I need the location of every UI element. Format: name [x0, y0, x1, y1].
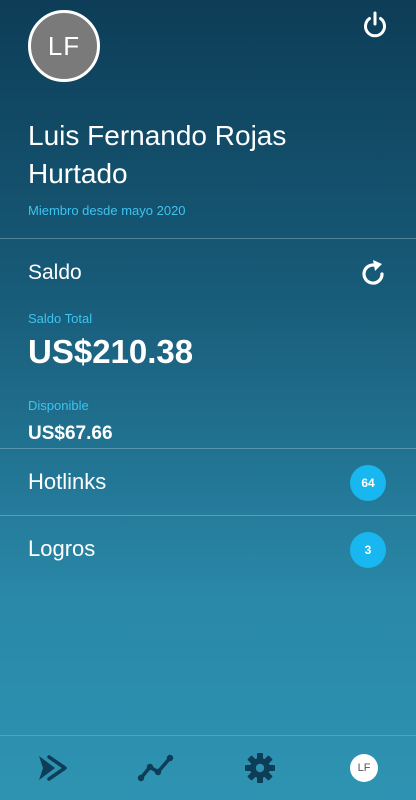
logros-row[interactable]: Logros 3: [0, 516, 416, 582]
nav-profile[interactable]: LF: [312, 736, 416, 800]
logros-count-badge: 3: [350, 532, 386, 568]
gear-icon: [245, 753, 275, 783]
hotlinks-count-badge: 64: [350, 465, 386, 501]
logout-button[interactable]: [360, 10, 390, 40]
user-name: Luis Fernando Rojas Hurtado: [28, 120, 287, 189]
refresh-balance-button[interactable]: [358, 259, 388, 289]
balance-title: Saldo: [28, 261, 82, 284]
avatar: LF: [28, 10, 100, 82]
hotlinks-row[interactable]: Hotlinks 64: [0, 449, 416, 515]
profile-screen: LF Luis Fernando Rojas Hurtado Miembro d…: [0, 0, 416, 800]
logros-label: Logros: [28, 536, 96, 561]
forward-icon: [39, 755, 67, 781]
nav-stats[interactable]: [104, 736, 208, 800]
avatar-initials: LF: [47, 30, 81, 61]
hotlinks-label: Hotlinks: [28, 469, 107, 494]
available-balance-value: US$67.66: [28, 423, 113, 444]
available-balance-label: Disponible: [28, 398, 89, 413]
power-icon: [364, 11, 386, 38]
divider: [0, 238, 416, 239]
nav-settings[interactable]: [208, 736, 312, 800]
total-balance-value: US$210.38: [28, 333, 194, 370]
profile-avatar: LF: [350, 754, 378, 782]
bottom-nav: LF: [0, 735, 416, 800]
total-balance-label: Saldo Total: [28, 311, 93, 326]
nav-home[interactable]: [0, 736, 104, 800]
nav-avatar-initials: LF: [357, 762, 371, 774]
refresh-icon: [362, 260, 384, 285]
trend-icon: [137, 754, 174, 782]
member-since: Miembro desde mayo 2020: [28, 203, 186, 218]
